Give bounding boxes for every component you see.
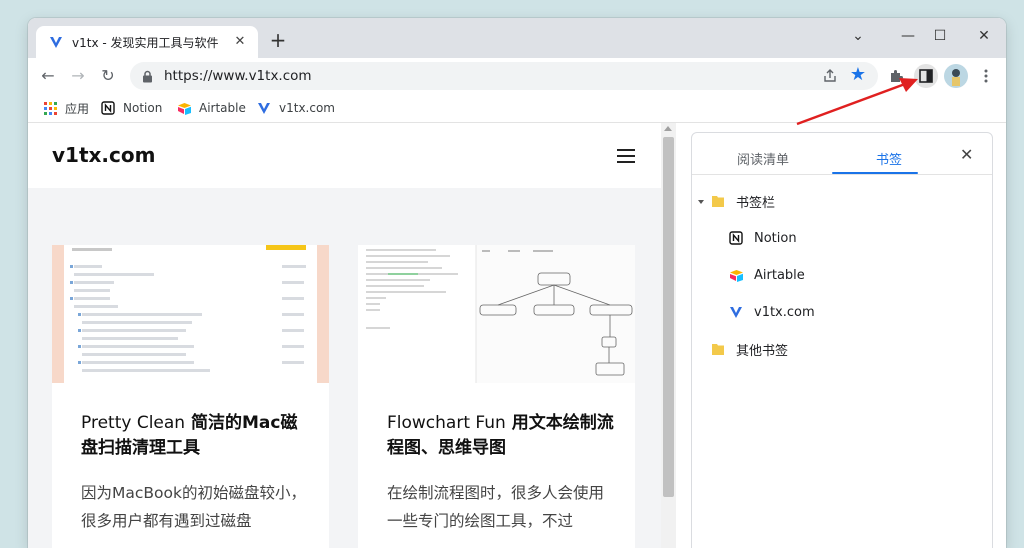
bookmarks-side-panel: 阅读清单 书签 ✕ 书签栏 Notion Airtable v1tx.com 其…	[691, 132, 993, 548]
v1tx-logo-icon	[48, 34, 64, 50]
airtable-icon	[176, 100, 192, 116]
reload-button[interactable]: ↻	[98, 66, 118, 86]
close-icon[interactable]: ✕	[960, 145, 973, 164]
article-thumbnail[interactable]	[52, 245, 329, 383]
bookmark-apps[interactable]: 应用	[42, 98, 89, 118]
bookmark-star-icon[interactable]: ★	[850, 65, 866, 85]
close-window-button[interactable]: ✕	[970, 26, 998, 46]
bookmark-label: Notion	[754, 230, 797, 246]
scroll-up-icon[interactable]	[664, 126, 672, 131]
tab-title: v1tx - 发现实用工具与软件	[72, 35, 219, 50]
bookmark-label: v1tx.com	[279, 101, 335, 115]
bookmark-notion[interactable]: Notion	[100, 98, 162, 118]
folder-bookmarks-bar[interactable]: 书签栏	[710, 191, 775, 211]
airtable-icon	[728, 267, 744, 283]
page-content: v1tx.com Pretty Clean 简洁的Mac磁盘扫描清理工具 因为M…	[28, 123, 661, 548]
v1tx-logo-icon	[728, 304, 744, 320]
article-excerpt: 在绘制流程图时，很多人会使用一些专门的绘图工具，不过	[387, 484, 605, 530]
apps-grid-icon	[42, 100, 58, 116]
tab-close-icon[interactable]: ✕	[232, 34, 248, 50]
folder-other-bookmarks[interactable]: 其他书签	[710, 339, 788, 359]
maximize-button[interactable]: ☐	[926, 26, 954, 46]
bookmark-airtable[interactable]: Airtable	[176, 98, 246, 118]
notion-icon	[100, 100, 116, 116]
site-name[interactable]: v1tx.com	[52, 143, 155, 167]
notion-icon	[728, 230, 744, 246]
article-excerpt: 因为MacBook的初始磁盘较小，很多用户都有遇到过磁盘	[81, 484, 306, 530]
tab-strip: v1tx - 发现实用工具与软件 ✕ + ⌄ — ☐ ✕	[28, 18, 1006, 58]
back-button[interactable]: ←	[38, 66, 58, 86]
article-title[interactable]: Pretty Clean 简洁的Mac磁盘扫描清理工具	[81, 411, 311, 461]
page-scrollbar[interactable]	[661, 123, 676, 548]
tab-bookmarks[interactable]: 书签	[876, 149, 902, 168]
tab-v1tx[interactable]: v1tx - 发现实用工具与软件 ✕	[36, 26, 258, 58]
share-icon[interactable]	[822, 68, 838, 84]
bookmark-label: Airtable	[199, 101, 246, 115]
article-title[interactable]: Flowchart Fun 用文本绘制流程图、思维导图	[387, 411, 617, 461]
bookmark-item-notion[interactable]: Notion	[728, 228, 797, 248]
menu-icon[interactable]	[617, 149, 635, 163]
bookmark-item-airtable[interactable]: Airtable	[728, 265, 805, 285]
address-bar[interactable]: https://www.v1tx.com ★	[130, 62, 878, 90]
site-header: v1tx.com	[28, 123, 661, 188]
tab-search-button[interactable]: ⌄	[844, 26, 872, 46]
minimize-button[interactable]: —	[894, 26, 922, 46]
extensions-icon[interactable]	[884, 64, 908, 88]
scrollbar-thumb[interactable]	[663, 137, 674, 497]
bookmarks-bar: 应用 Notion Airtable v1tx.com	[28, 94, 1006, 123]
chevron-down-icon[interactable]	[698, 200, 704, 204]
browser-window: v1tx - 发现实用工具与软件 ✕ + ⌄ — ☐ ✕ ← → ↻ https…	[28, 18, 1006, 548]
article-card[interactable]: Pretty Clean 简洁的Mac磁盘扫描清理工具 因为MacBook的初始…	[52, 245, 329, 548]
folder-label: 其他书签	[736, 343, 789, 359]
bookmark-label: v1tx.com	[754, 304, 815, 320]
side-panel-button[interactable]	[914, 64, 938, 88]
article-card[interactable]: Flowchart Fun 用文本绘制流程图、思维导图 在绘制流程图时，很多人会…	[358, 245, 635, 548]
bookmark-v1tx[interactable]: v1tx.com	[256, 98, 335, 118]
more-menu-icon[interactable]	[974, 64, 998, 88]
folder-icon	[710, 193, 726, 209]
folder-label: 书签栏	[736, 195, 776, 211]
new-tab-button[interactable]: +	[268, 30, 288, 50]
url-text[interactable]: https://www.v1tx.com	[164, 68, 312, 84]
toolbar: ← → ↻ https://www.v1tx.com ★	[28, 58, 1006, 94]
bookmark-label: 应用	[65, 101, 90, 116]
article-thumbnail[interactable]	[358, 245, 635, 383]
bookmark-item-v1tx[interactable]: v1tx.com	[728, 302, 815, 322]
tab-reading-list[interactable]: 阅读清单	[737, 149, 789, 168]
v1tx-logo-icon	[256, 100, 272, 116]
bookmark-label: Notion	[123, 101, 163, 115]
folder-icon	[710, 341, 726, 357]
profile-avatar[interactable]	[944, 64, 968, 88]
forward-button[interactable]: →	[68, 66, 88, 86]
bookmark-label: Airtable	[754, 267, 805, 283]
lock-icon[interactable]	[140, 69, 154, 83]
divider	[692, 174, 992, 175]
